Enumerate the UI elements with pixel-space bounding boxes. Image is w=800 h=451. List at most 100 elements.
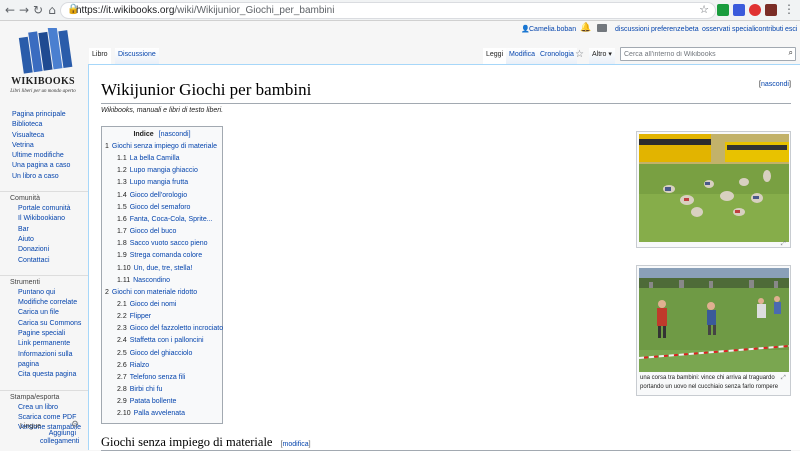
page-subtitle: Wikibooks, manuali e libri di testo libe… (101, 107, 224, 114)
sidebar-tool-link[interactable]: Puntano qui (0, 288, 88, 298)
notifications-bell-icon[interactable]: 🔔 (580, 23, 591, 33)
enlarge-icon[interactable]: ⤢ (781, 374, 786, 382)
toc-entry[interactable]: 2.1 Gioco dei nomi (117, 300, 176, 310)
toc-label: Gioco del fazzoletto incrociato (129, 325, 224, 333)
toc-label: Birbi chi fu (129, 386, 163, 393)
preferences-link[interactable]: preferenze (651, 25, 684, 35)
enlarge-icon[interactable]: ⤢ (781, 240, 786, 248)
toc-entry[interactable]: 2.9 Patata bollente (117, 397, 176, 407)
toc-entry[interactable]: 1.9 Strega comanda colore (117, 251, 202, 261)
toc-entry[interactable]: 1.1 La bella Camilla (117, 154, 180, 164)
sidebar: Pagina principale Biblioteca Visualteca Vet… (0, 110, 88, 433)
beta-link[interactable]: beta (685, 25, 699, 35)
watchlist-link[interactable]: osservati speciali (702, 25, 755, 35)
toc-label: Nascondino (133, 276, 171, 284)
toc-entry[interactable]: 2.2 Flipper (117, 312, 151, 322)
sidebar-tool-link[interactable]: pagina (0, 360, 88, 370)
toc-entry[interactable]: 2.3 Gioco del fazzoletto incrociato (117, 324, 223, 334)
back-icon[interactable]: ← (3, 3, 17, 17)
profile-avatar-icon[interactable] (765, 4, 777, 16)
toc-entry[interactable]: 1.4 Gioco dell'orologio (117, 191, 187, 201)
toc-entry[interactable]: 1.7 Gioco del buco (117, 227, 176, 237)
notices-tray-icon[interactable] (597, 24, 607, 32)
logout-link[interactable]: esci (785, 25, 797, 35)
toc-toggle[interactable]: [nascondi] (159, 131, 191, 138)
toc-entry[interactable]: 2.7 Telefono senza fili (117, 373, 185, 383)
caption-line-1: una corsa tra bambini: vince chi arriva … (640, 375, 775, 381)
tab-modifica[interactable]: Modifica (506, 48, 539, 64)
sidebar-tool-link[interactable]: Modifiche correlate (0, 298, 88, 308)
sidebar-nav-link[interactable]: Ultime modifiche (0, 151, 88, 161)
toc-entry[interactable]: 1.3 Lupo mangia frutta (117, 178, 188, 188)
section-heading-text: Giochi senza impiego di materiale (101, 435, 273, 449)
home-icon[interactable]: ⌂ (45, 3, 59, 17)
gear-icon[interactable]: ⚙ (71, 420, 79, 430)
search-icon[interactable]: ⌕ (789, 48, 793, 58)
toc-entry[interactable]: 1.6 Fanta, Coca-Cola, Sprite... (117, 215, 213, 225)
address-bar[interactable]: 🔒 https://it.wikibooks.org/wiki/Wikijuni… (60, 2, 716, 19)
user-link[interactable]: Camelia.boban (529, 25, 576, 35)
forward-icon[interactable]: → (17, 3, 31, 17)
wikibooks-logo[interactable]: WIKIBOOKS Libri liberi per un mondo aper… (6, 26, 80, 100)
toc-number: 2.7 (117, 373, 127, 381)
sidebar-tool-link[interactable]: Carica un file (0, 308, 88, 318)
toc-entry[interactable]: 2.6 Rialzo (117, 361, 149, 371)
toc-number: 1 (105, 143, 109, 150)
toc-label: La bella Camilla (129, 155, 180, 163)
egg-race-photo[interactable] (639, 268, 789, 372)
toc-number: 2.10 (117, 410, 131, 418)
tab-leggi[interactable]: Leggi (483, 48, 507, 64)
sidebar-print-link[interactable]: Crea un libro (0, 403, 88, 413)
toc-entry[interactable]: 2.4 Staffetta con i palloncini (117, 336, 204, 346)
toc-entry[interactable]: 1 Giochi senza impiego di materiale (105, 142, 217, 152)
toc-entry[interactable]: 1.5 Gioco del semaforo (117, 203, 190, 213)
tab-cronologia[interactable]: Cronologia (537, 48, 577, 64)
sidebar-comunita-link[interactable]: Contattaci (0, 256, 88, 266)
sidebar-tool-link[interactable]: Cita questa pagina (0, 370, 88, 380)
nascondi-link[interactable]: nascondi (761, 81, 789, 88)
toc-entry[interactable]: 2.5 Gioco del ghiacciolo (117, 349, 192, 359)
toc-entry[interactable]: 2 Giochi con materiale ridotto (105, 288, 197, 298)
sidebar-tool-link[interactable]: Pagine speciali (0, 329, 88, 339)
toc-label: Gioco dell'orologio (129, 191, 188, 199)
sidebar-nav-link[interactable]: Un libro a caso (0, 172, 88, 182)
sidebar-nav-link[interactable]: Visualteca (0, 131, 88, 141)
toc-label: Sacco vuoto sacco pieno (129, 240, 208, 248)
sidebar-tool-link[interactable]: Carica su Commons (0, 319, 88, 329)
add-links-link[interactable]: Aggiungi collegamenti (40, 430, 79, 446)
extension-icon[interactable] (749, 4, 761, 16)
watch-star-icon[interactable]: ☆ (575, 48, 584, 62)
contributions-link[interactable]: contributi (755, 25, 783, 35)
sidebar-comunita-link[interactable]: Donazioni (0, 245, 88, 255)
sidebar-nav-link[interactable]: Pagina principale (0, 110, 88, 120)
sidebar-nav-link[interactable]: Vetrina (0, 141, 88, 151)
sidebar-tool-link[interactable]: Link permanente (0, 339, 88, 349)
browser-menu-icon[interactable]: ⋮ (783, 2, 795, 16)
children-playing-photo[interactable] (639, 134, 789, 242)
sidebar-comunita-link[interactable]: Il Wikibookiano (0, 214, 88, 224)
talk-link[interactable]: discussioni (615, 25, 649, 35)
toc-entry[interactable]: 1.11 Nascondino (117, 276, 170, 286)
sidebar-nav-link[interactable]: Biblioteca (0, 120, 88, 130)
search-input[interactable] (621, 48, 783, 60)
toc-label: Fanta, Coca-Cola, Sprite... (129, 215, 213, 223)
sidebar-comunita-link[interactable]: Bar (0, 225, 88, 235)
tab-libro[interactable]: Libro (89, 48, 111, 64)
bookmark-star-icon[interactable]: ☆ (699, 3, 709, 16)
toc-entry[interactable]: 1.10 Un, due, tre, stella! (117, 264, 192, 274)
toc-entry[interactable]: 2.10 Palla avvelenata (117, 409, 185, 419)
reload-icon[interactable]: ↻ (31, 3, 45, 17)
sidebar-tool-link[interactable]: Informazioni sulla (0, 350, 88, 360)
section-edit-link[interactable]: modifica (283, 441, 309, 448)
extension-icon[interactable] (717, 4, 729, 16)
sidebar-comunita-link[interactable]: Portale comunità (0, 204, 88, 214)
logo-name: WIKIBOOKS (11, 76, 75, 87)
toc-entry[interactable]: 1.8 Sacco vuoto sacco pieno (117, 239, 208, 249)
tab-altro-dropdown[interactable]: Altro ▾ (589, 48, 615, 64)
sidebar-comunita-link[interactable]: Aiuto (0, 235, 88, 245)
toc-entry[interactable]: 2.8 Birbi chi fu (117, 385, 162, 395)
sidebar-nav-link[interactable]: Una pagina a caso (0, 161, 88, 171)
extension-icon[interactable] (733, 4, 745, 16)
tab-discussione[interactable]: Discussione (115, 48, 159, 64)
toc-entry[interactable]: 1.2 Lupo mangia ghiaccio (117, 166, 198, 176)
